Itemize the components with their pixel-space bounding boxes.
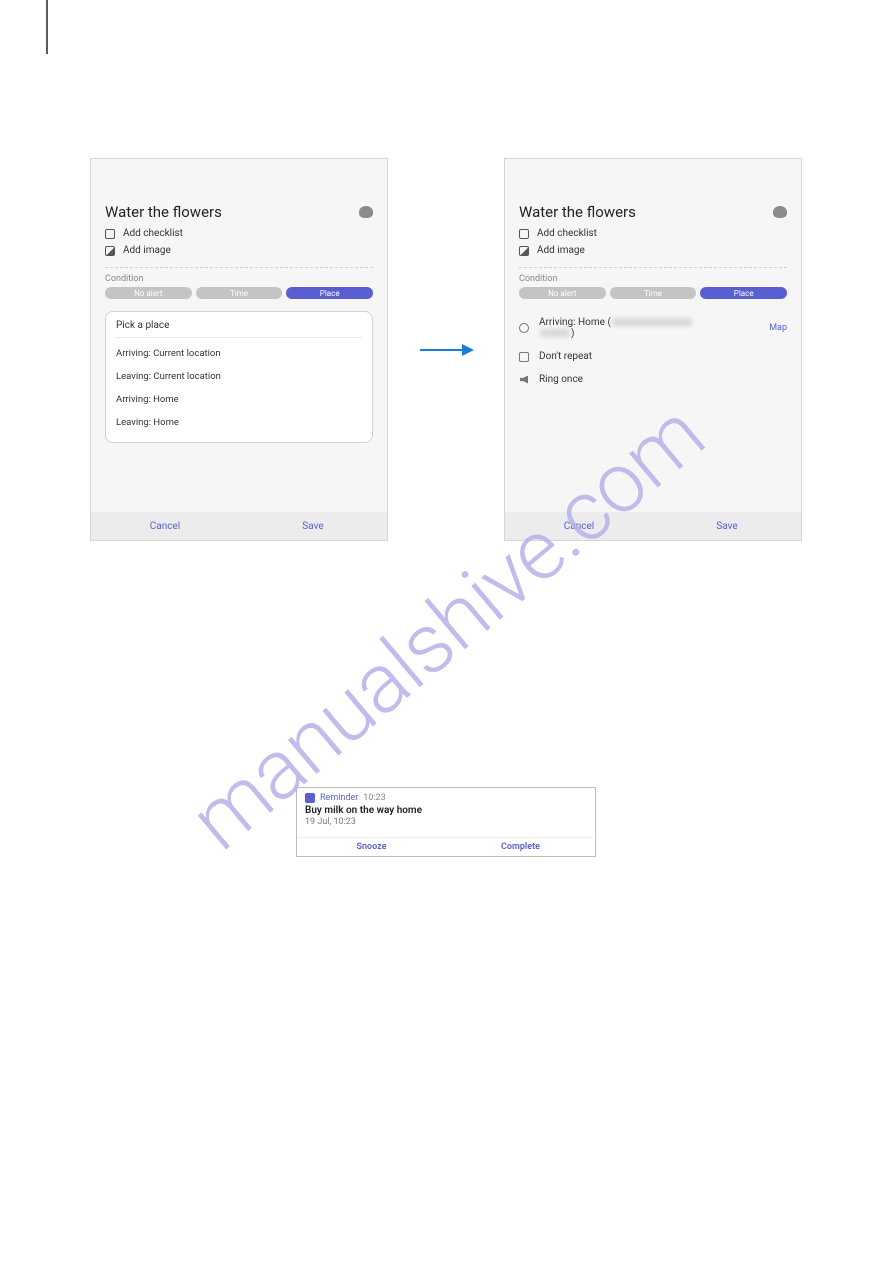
complete-button[interactable]: Complete [446, 838, 595, 856]
place-dropdown: Pick a place Arriving: Current location … [105, 311, 373, 443]
save-button[interactable]: Save [653, 512, 801, 540]
seg-noalert[interactable]: No alert [105, 287, 192, 299]
repeat-row[interactable]: Don't repeat [519, 345, 787, 368]
save-button[interactable]: Save [239, 512, 387, 540]
repeat-text: Don't repeat [539, 351, 787, 362]
voice-input-icon[interactable] [359, 206, 373, 218]
notification-subtitle: 19 Jul, 10:23 [297, 816, 595, 827]
seg-time[interactable]: Time [610, 287, 697, 299]
snooze-button[interactable]: Snooze [297, 838, 446, 856]
image-icon [519, 246, 529, 256]
seg-place[interactable]: Place [286, 287, 373, 299]
add-checklist-row[interactable]: Add checklist [91, 225, 387, 242]
notification-title: Buy milk on the way home [297, 805, 595, 816]
add-image-row[interactable]: Add image [505, 242, 801, 259]
bell-icon [519, 323, 529, 333]
condition-segments: No alert Time Place [505, 287, 801, 305]
condition-segments: No alert Time Place [91, 287, 387, 305]
notification-app-name: Reminder [320, 793, 358, 803]
arrow-icon [418, 340, 474, 360]
condition-label: Condition [91, 268, 387, 287]
dropdown-item[interactable]: Leaving: Home [116, 411, 362, 434]
image-icon [105, 246, 115, 256]
dropdown-item[interactable]: Leaving: Current location [116, 365, 362, 388]
seg-place[interactable]: Place [700, 287, 787, 299]
notification-actions: Snooze Complete [297, 837, 595, 856]
place-settings: Arriving: Home ( ) Map Don't repeat Ring… [505, 305, 801, 391]
add-checklist-label: Add checklist [537, 228, 597, 239]
ring-text: Ring once [539, 374, 787, 385]
location-row[interactable]: Arriving: Home ( ) Map [519, 311, 787, 345]
repeat-icon [519, 352, 529, 362]
seg-noalert[interactable]: No alert [519, 287, 606, 299]
checklist-icon [519, 229, 529, 239]
location-text: Arriving: Home ( ) [539, 317, 769, 339]
reminder-title[interactable]: Water the flowers [105, 203, 222, 221]
map-link[interactable]: Map [769, 323, 787, 333]
add-checklist-row[interactable]: Add checklist [505, 225, 801, 242]
page-margin-bar [46, 0, 48, 54]
speaker-icon [520, 376, 528, 384]
dropdown-header[interactable]: Pick a place [116, 320, 362, 338]
phone-screen-left: Water the flowers Add checklist Add imag… [90, 158, 388, 541]
footer: Cancel Save [505, 512, 801, 540]
notification-card: Reminder 10:23 Buy milk on the way home … [296, 787, 596, 857]
dropdown-item[interactable]: Arriving: Current location [116, 342, 362, 365]
footer: Cancel Save [91, 512, 387, 540]
reminder-app-icon [305, 793, 315, 803]
seg-time[interactable]: Time [196, 287, 283, 299]
add-image-row[interactable]: Add image [91, 242, 387, 259]
voice-input-icon[interactable] [773, 206, 787, 218]
reminder-title[interactable]: Water the flowers [519, 203, 636, 221]
add-image-label: Add image [123, 245, 171, 256]
cancel-button[interactable]: Cancel [91, 512, 239, 540]
add-checklist-label: Add checklist [123, 228, 183, 239]
phone-screen-right: Water the flowers Add checklist Add imag… [504, 158, 802, 541]
dropdown-item[interactable]: Arriving: Home [116, 388, 362, 411]
checklist-icon [105, 229, 115, 239]
condition-label: Condition [505, 268, 801, 287]
cancel-button[interactable]: Cancel [505, 512, 653, 540]
add-image-label: Add image [537, 245, 585, 256]
ring-row[interactable]: Ring once [519, 368, 787, 391]
notification-time: 10:23 [363, 793, 385, 803]
